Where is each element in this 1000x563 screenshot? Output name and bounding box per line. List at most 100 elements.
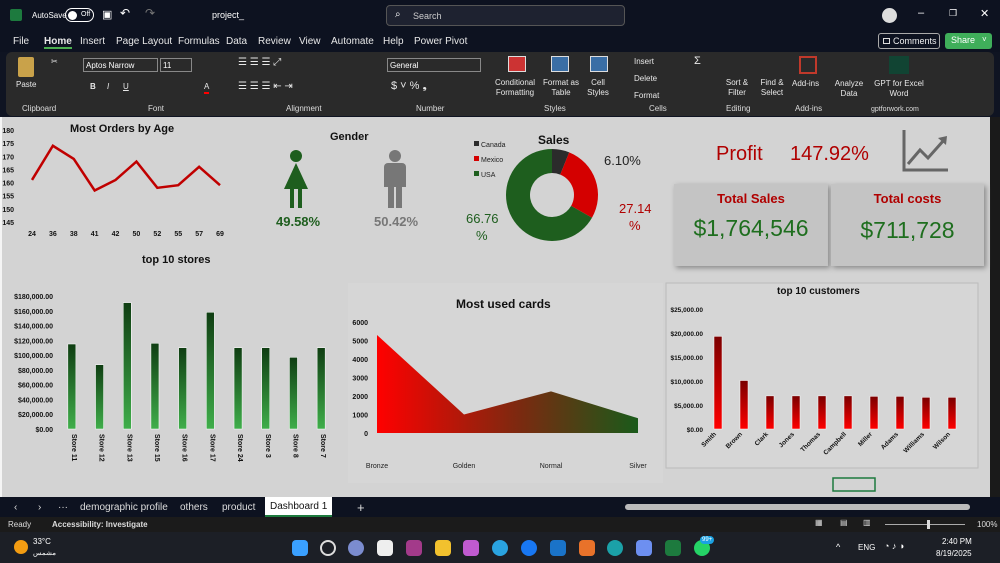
normal-view-icon[interactable]: ▦ xyxy=(815,518,823,527)
app-icon-r[interactable] xyxy=(348,540,364,556)
y-tick-label: $100,000.00 xyxy=(14,353,53,360)
search-taskbar-icon[interactable] xyxy=(320,540,336,556)
sheet-tab-product[interactable]: product xyxy=(222,502,255,513)
sheet-tab-demographic[interactable]: demographic profile xyxy=(80,502,168,513)
paste-button[interactable]: Paste xyxy=(16,80,36,90)
tab-page-layout[interactable]: Page Layout xyxy=(116,36,172,47)
male-icon xyxy=(380,150,410,210)
redo-icon[interactable]: ↷ xyxy=(145,6,155,20)
edge-icon[interactable] xyxy=(607,540,623,556)
x-tick-label: 57 xyxy=(195,231,203,238)
paste-icon[interactable] xyxy=(18,57,34,77)
weather-icon[interactable] xyxy=(14,540,28,554)
outlook-icon[interactable] xyxy=(550,540,566,556)
font-color-button[interactable]: A xyxy=(204,82,210,94)
tab-insert[interactable]: Insert xyxy=(80,36,105,47)
tab-data[interactable]: Data xyxy=(226,36,247,47)
minimize-button[interactable]: – xyxy=(918,7,924,19)
page-layout-icon[interactable]: ▤ xyxy=(840,518,848,527)
cell-styles-button[interactable]: Cell Styles xyxy=(584,78,612,98)
tray-chevron-icon[interactable]: ^ xyxy=(836,542,840,552)
comment-icon xyxy=(883,38,890,44)
tab-formulas[interactable]: Formulas xyxy=(178,36,220,47)
language-indicator[interactable]: ENG xyxy=(858,543,875,552)
wifi-icon[interactable]: ◔ ♪ ◑ xyxy=(884,541,904,551)
status-bar: Ready Accessibility: Investigate ▦ ▤ ▥ 1… xyxy=(0,517,1000,532)
xampp-icon[interactable] xyxy=(579,540,595,556)
start-icon[interactable] xyxy=(292,540,308,556)
sheet-tab-others[interactable]: others xyxy=(180,502,208,513)
filename[interactable]: project_ xyxy=(212,10,244,20)
sort-filter-button[interactable]: Sort & Filter xyxy=(723,78,751,98)
selected-cell[interactable] xyxy=(832,477,876,492)
font-size-select[interactable]: 11 xyxy=(160,58,192,72)
format-as-table-button[interactable]: Format as Table xyxy=(541,78,581,98)
conditional-formatting-button[interactable]: Conditional Formatting xyxy=(490,78,540,98)
tab-power-pivot[interactable]: Power Pivot xyxy=(414,36,467,47)
tab-review[interactable]: Review xyxy=(258,36,291,47)
zoom-slider[interactable] xyxy=(885,520,965,529)
align-icons-2[interactable]: ☰ ☰ ☰ ⇤ ⇥ xyxy=(238,82,293,92)
horizontal-scrollbar[interactable] xyxy=(625,504,970,510)
copilot-icon[interactable] xyxy=(463,540,479,556)
analyze-data-button[interactable]: Analyze Data xyxy=(834,79,864,99)
addins-button[interactable]: Add-ins xyxy=(792,79,819,89)
y-tick-label: 160 xyxy=(2,181,14,188)
close-button[interactable]: ✕ xyxy=(980,7,989,20)
currency-button[interactable]: $ ˅ % ❟ xyxy=(391,81,427,92)
zoom-level[interactable]: 100% xyxy=(977,520,997,529)
y-tick-label: 145 xyxy=(2,220,14,227)
tab-automate[interactable]: Automate xyxy=(331,36,374,47)
more-sheets-button[interactable]: ··· xyxy=(58,502,68,513)
tab-view[interactable]: View xyxy=(299,36,321,47)
restore-button[interactable]: ❐ xyxy=(949,8,957,19)
gpt-button[interactable]: GPT for Excel Word xyxy=(872,79,926,99)
profit-label: Profit xyxy=(716,143,763,165)
format-cells-button[interactable]: Format xyxy=(634,91,659,101)
app-icon-pixel[interactable] xyxy=(406,540,422,556)
comments-button[interactable]: Comments xyxy=(878,33,940,49)
telegram-icon[interactable] xyxy=(492,540,508,556)
x-tick-label: Store 15 xyxy=(153,434,160,462)
y-tick-label: $180,000.00 xyxy=(14,294,53,301)
bold-button[interactable]: B xyxy=(90,82,96,92)
insert-cells-button[interactable]: Insert xyxy=(634,57,654,67)
delete-cells-button[interactable]: Delete xyxy=(634,74,657,84)
next-sheet-button[interactable]: › xyxy=(38,502,41,513)
accessibility-status[interactable]: Accessibility: Investigate xyxy=(52,520,148,529)
bar xyxy=(206,312,215,430)
vertical-scrollbar[interactable] xyxy=(990,117,1000,497)
legend-swatch xyxy=(474,156,479,161)
sheet-tab-dashboard[interactable]: Dashboard 1 xyxy=(265,497,333,517)
title-bar: AutoSave Off ▣ ↶ ↷ project_ ⌕ Search – ❐… xyxy=(0,0,1000,30)
store-icon[interactable] xyxy=(377,540,393,556)
tab-file[interactable]: File xyxy=(13,36,29,47)
autosave-toggle[interactable]: Off xyxy=(65,8,94,22)
italic-button[interactable]: I xyxy=(107,82,109,92)
align-icons[interactable]: ☰ ☰ ☰ ⤢ xyxy=(238,58,281,68)
customers-chart-title: top 10 customers xyxy=(777,286,860,297)
copilot-app-icon[interactable] xyxy=(636,540,652,556)
prev-sheet-button[interactable]: ‹ xyxy=(14,502,17,513)
search-box[interactable]: ⌕ Search xyxy=(386,5,625,26)
tab-home[interactable]: Home xyxy=(44,36,72,49)
autosum-icon[interactable]: Σ xyxy=(694,56,701,67)
share-button[interactable]: Share ˅ xyxy=(945,33,992,49)
avatar[interactable] xyxy=(882,8,897,23)
undo-icon[interactable]: ↶ xyxy=(120,6,130,20)
file-explorer-icon[interactable] xyxy=(435,540,451,556)
excel-taskbar-icon[interactable] xyxy=(665,540,681,556)
clock-date[interactable]: 8/19/2025 xyxy=(936,549,972,558)
find-select-button[interactable]: Find & Select xyxy=(756,78,788,98)
facebook-icon[interactable] xyxy=(521,540,537,556)
tab-help[interactable]: Help xyxy=(383,36,404,47)
clock-time[interactable]: 2:40 PM xyxy=(942,537,972,546)
share-chevron-icon: ˅ xyxy=(982,35,987,44)
save-icon[interactable]: ▣ xyxy=(102,8,112,21)
number-format-select[interactable]: General xyxy=(387,58,481,72)
page-break-icon[interactable]: ▥ xyxy=(863,518,871,527)
font-name-select[interactable]: Aptos Narrow xyxy=(83,58,158,72)
cut-icon[interactable]: ✂ xyxy=(51,57,58,67)
underline-button[interactable]: U xyxy=(123,82,129,92)
add-sheet-button[interactable]: + xyxy=(357,500,365,515)
